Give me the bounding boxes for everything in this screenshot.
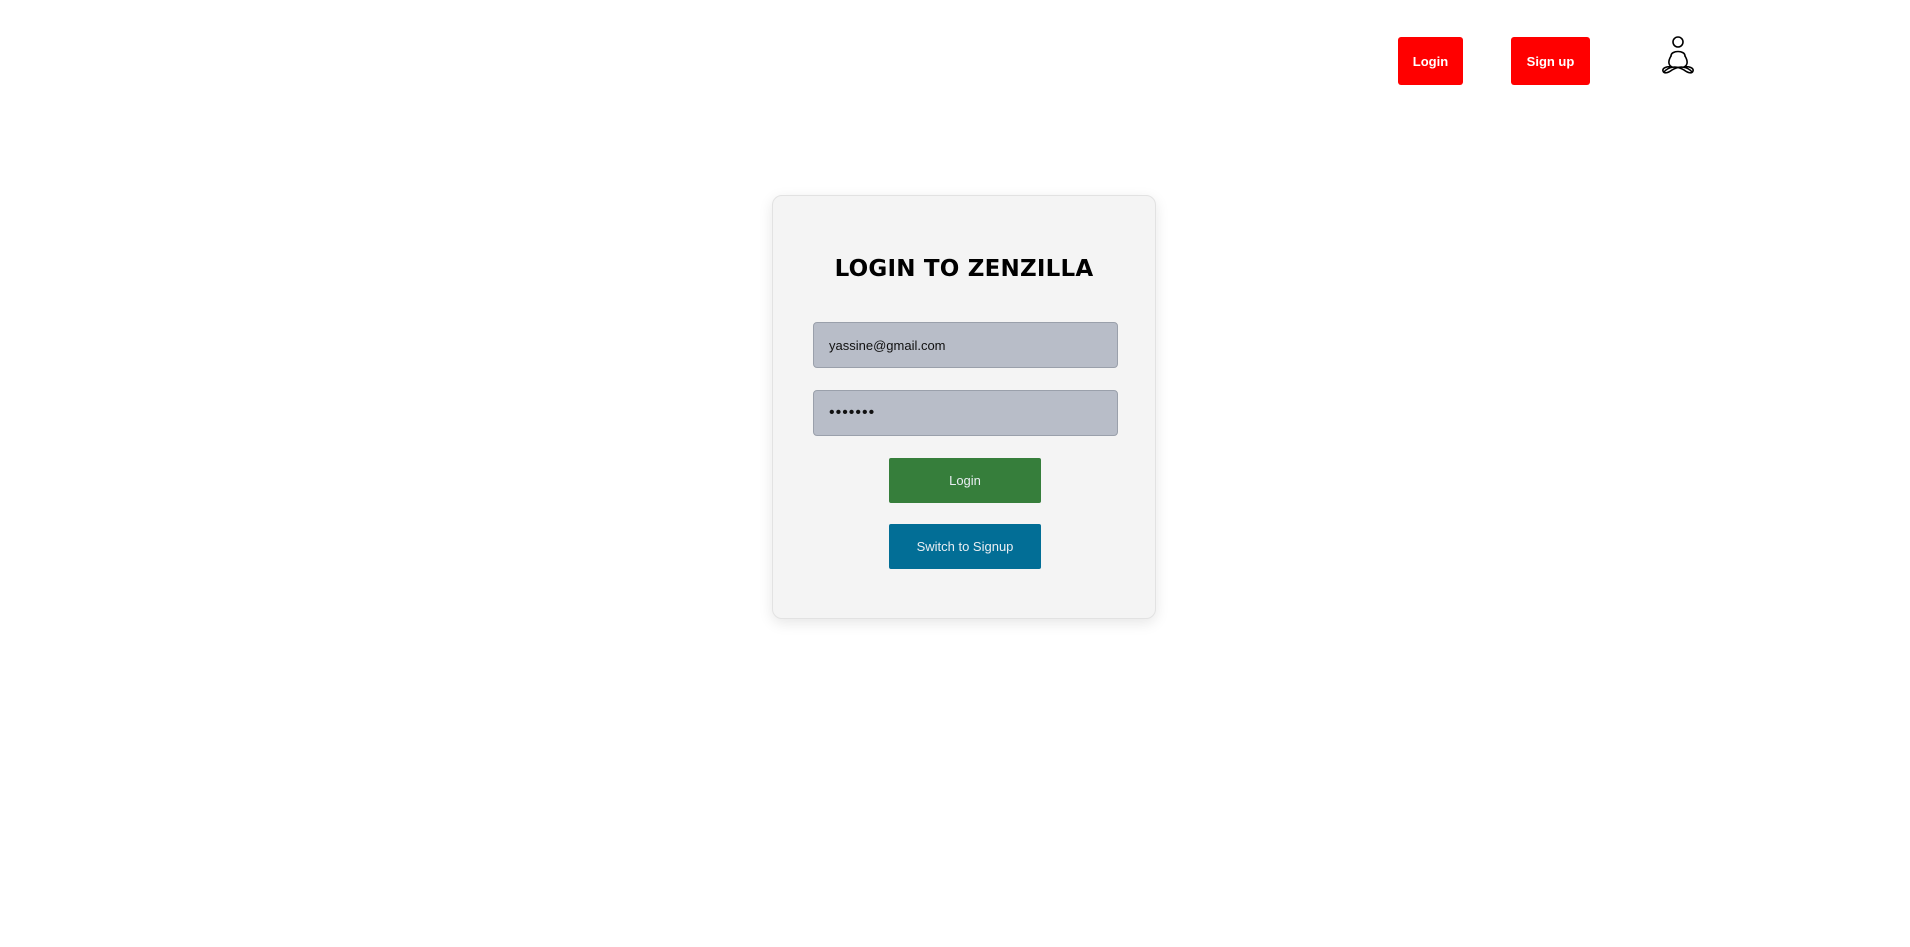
login-title: LOGIN TO ZENZILLA bbox=[834, 256, 1094, 282]
email-input[interactable] bbox=[813, 322, 1118, 368]
header-signup-button[interactable]: Sign up bbox=[1511, 37, 1590, 85]
switch-to-signup-button[interactable]: Switch to Signup bbox=[889, 524, 1041, 569]
password-input[interactable] bbox=[813, 390, 1118, 436]
login-button[interactable]: Login bbox=[889, 458, 1041, 503]
login-card: LOGIN TO ZENZILLA Login Switch to Signup bbox=[772, 195, 1156, 619]
meditation-person-icon[interactable] bbox=[1658, 34, 1698, 78]
page: Login Sign up LOGIN TO ZENZILLA Login Sw… bbox=[0, 0, 1910, 947]
header-login-button[interactable]: Login bbox=[1398, 37, 1463, 85]
